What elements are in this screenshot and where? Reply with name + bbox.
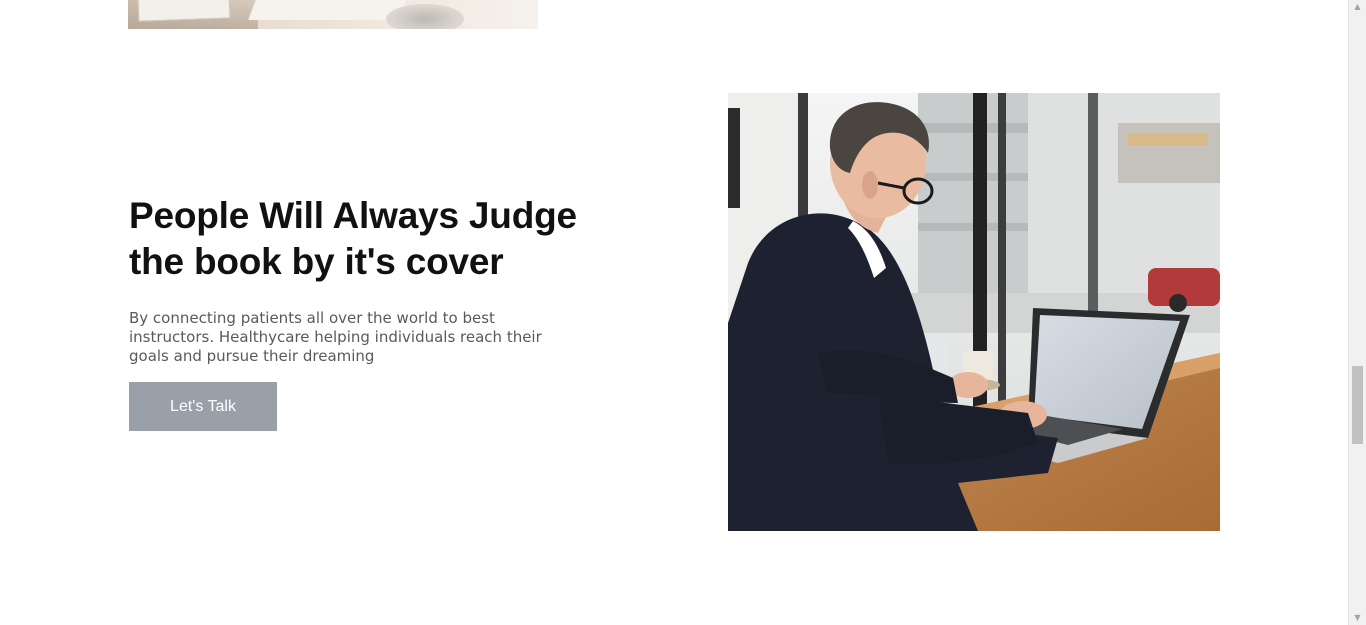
section-headline: People Will Always Judge the book by it'… bbox=[129, 195, 577, 282]
vertical-scrollbar[interactable]: ▲ ▼ bbox=[1348, 0, 1366, 625]
lets-talk-button[interactable]: Let's Talk bbox=[129, 382, 277, 431]
section-description: By connecting patients all over the worl… bbox=[129, 309, 542, 365]
scroll-up-arrow-icon[interactable]: ▲ bbox=[1349, 0, 1366, 14]
page: People Will Always Judge the book by it'… bbox=[0, 0, 1366, 625]
previous-section-image bbox=[128, 0, 538, 29]
scroll-down-arrow-icon[interactable]: ▼ bbox=[1349, 611, 1366, 625]
feature-text-block: People Will Always Judge the book by it'… bbox=[129, 193, 589, 366]
scrollbar-thumb[interactable] bbox=[1352, 366, 1363, 444]
feature-photo bbox=[728, 93, 1220, 531]
